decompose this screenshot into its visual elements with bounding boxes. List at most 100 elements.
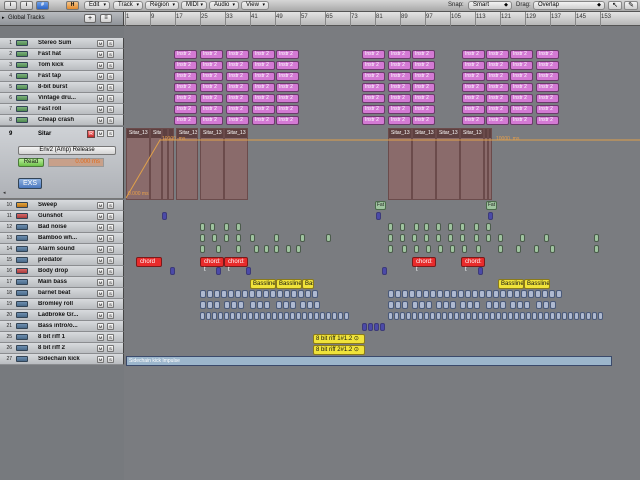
midi-region[interactable] [236, 245, 241, 253]
midi-region[interactable] [250, 234, 255, 242]
solo-button[interactable]: S [107, 40, 114, 47]
edit-menu[interactable]: Edit ▾ [84, 1, 110, 10]
midi-region[interactable] [264, 301, 270, 309]
midi-region[interactable]: Bas [302, 279, 314, 289]
midi-region[interactable] [300, 301, 306, 309]
midi-region[interactable] [286, 245, 291, 253]
midi-region[interactable]: Instr 2 [174, 94, 197, 103]
midi-region[interactable]: Instr 2 [510, 94, 533, 103]
midi-region[interactable] [514, 312, 519, 320]
midi-region[interactable]: Instr 2 [536, 61, 559, 70]
midi-region[interactable]: Instr 2 [226, 116, 249, 125]
mute-button[interactable]: M [97, 106, 104, 113]
midi-region[interactable] [242, 290, 248, 298]
midi-region[interactable]: Instr 2 [362, 116, 385, 125]
midi-region[interactable]: Instr 2 [412, 83, 435, 92]
track-header[interactable]: 21 Bass intro/o... MS [0, 321, 124, 332]
midi-region[interactable] [444, 290, 450, 298]
midi-region[interactable]: Instr 2 [362, 50, 385, 59]
midi-region[interactable] [305, 290, 311, 298]
midi-region[interactable] [488, 212, 493, 220]
midi-region[interactable]: Instr 2 [412, 94, 435, 103]
solo-button[interactable]: S [107, 345, 114, 352]
midi-region[interactable] [474, 301, 480, 309]
midi-region[interactable] [231, 301, 237, 309]
track-header[interactable]: 26 8 bit riff 2 MS [0, 343, 124, 354]
midi-region[interactable] [544, 312, 549, 320]
solo-button[interactable]: S [107, 279, 114, 286]
mute-button[interactable]: M [97, 84, 104, 91]
midi-region[interactable]: Instr 2 [276, 105, 299, 114]
disclosure-triangle-icon[interactable]: ◂ [3, 190, 6, 196]
midi-region[interactable] [200, 290, 206, 298]
mute-button[interactable]: M [97, 62, 104, 69]
midi-region[interactable] [412, 301, 418, 309]
midi-region[interactable] [424, 234, 429, 242]
midi-region[interactable] [493, 290, 499, 298]
midi-region[interactable] [263, 290, 269, 298]
midi-region[interactable] [460, 234, 465, 242]
midi-region[interactable] [598, 312, 603, 320]
mute-button[interactable]: M [97, 246, 104, 253]
midi-region[interactable] [486, 301, 492, 309]
mute-button[interactable]: M [97, 202, 104, 209]
midi-region[interactable] [462, 245, 467, 253]
midi-region[interactable]: Instr 2 [510, 50, 533, 59]
midi-region[interactable] [436, 234, 441, 242]
midi-region[interactable] [430, 312, 435, 320]
midi-region[interactable] [224, 234, 229, 242]
track-menu[interactable]: Track ▾ [113, 1, 143, 10]
solo-button[interactable]: S [107, 84, 114, 91]
midi-region[interactable] [272, 312, 277, 320]
track-header[interactable]: 11 Gunshot MS [0, 211, 124, 222]
mute-button[interactable]: M [97, 345, 104, 352]
midi-region[interactable]: Instr 2 [276, 50, 299, 59]
midi-region[interactable] [206, 312, 211, 320]
midi-region[interactable] [395, 290, 401, 298]
midi-region[interactable] [517, 301, 523, 309]
midi-region[interactable] [536, 301, 542, 309]
midi-region[interactable] [479, 290, 485, 298]
midi-region[interactable] [466, 312, 471, 320]
midi-region[interactable] [216, 245, 221, 253]
mute-button[interactable]: M [97, 268, 104, 275]
solo-button[interactable]: S [107, 117, 114, 124]
midi-region[interactable] [526, 312, 531, 320]
midi-region[interactable] [284, 290, 290, 298]
track-header[interactable]: 7 Fast roll MS [0, 104, 124, 115]
midi-region[interactable] [592, 312, 597, 320]
midi-region[interactable]: Instr 2 [226, 50, 249, 59]
midi-region[interactable] [543, 301, 549, 309]
midi-region[interactable] [210, 223, 215, 231]
midi-region[interactable]: Instr 2 [200, 83, 223, 92]
solo-button[interactable]: S [107, 62, 114, 69]
track-header[interactable]: 4 Fast tap MS [0, 71, 124, 82]
midi-region[interactable] [412, 312, 417, 320]
track-header[interactable]: 6 Vintage dru... MS [0, 93, 124, 104]
drag-select[interactable]: Overlap ◆ [533, 1, 605, 10]
midi-region[interactable]: chord [136, 257, 162, 267]
midi-region[interactable]: Instr 2 [200, 50, 223, 59]
midi-region[interactable] [274, 234, 279, 242]
midi-region[interactable]: chord: t [412, 257, 436, 273]
automation-value-field[interactable]: 0.000 ms [48, 158, 104, 167]
midi-region[interactable]: Instr 2 [536, 72, 559, 81]
midi-region[interactable] [291, 290, 297, 298]
midi-region[interactable] [430, 290, 436, 298]
midi-region[interactable]: Bassline [276, 279, 302, 289]
midi-region[interactable] [214, 290, 220, 298]
midi-region[interactable] [221, 290, 227, 298]
audio-region[interactable]: Sidechain kick Impulse [126, 356, 612, 366]
midi-region[interactable] [224, 312, 229, 320]
mute-button[interactable]: M [97, 323, 104, 330]
midi-region[interactable] [436, 301, 442, 309]
midi-region[interactable] [476, 245, 481, 253]
midi-region[interactable]: Instr 2 [226, 83, 249, 92]
track-header[interactable]: 2 Fast hat MS [0, 49, 124, 60]
midi-region[interactable] [278, 312, 283, 320]
midi-region[interactable] [450, 245, 455, 253]
midi-region[interactable] [484, 312, 489, 320]
midi-region[interactable]: Instr 2 [412, 72, 435, 81]
midi-region[interactable] [493, 301, 499, 309]
solo-button[interactable]: S [107, 290, 114, 297]
